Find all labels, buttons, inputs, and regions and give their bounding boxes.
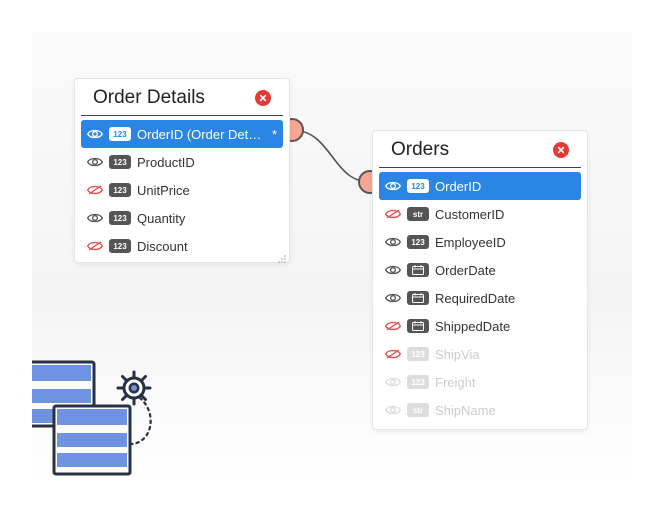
query-designer-canvas[interactable]: Order Details 123 OrderID (Order Det… * …: [32, 32, 632, 480]
field-list: 123 OrderID (Order Det… * 123 ProductID …: [75, 116, 289, 262]
field-label: ShippedDate: [435, 319, 510, 334]
primary-key-star: *: [268, 127, 277, 142]
field-label: ShipName: [435, 403, 496, 418]
eye-hidden-icon[interactable]: [87, 182, 103, 198]
eye-icon[interactable]: [385, 262, 401, 278]
field-label: Discount: [137, 239, 188, 254]
eye-hidden-icon[interactable]: [385, 318, 401, 334]
field-label: ShipVia: [435, 347, 480, 362]
type-badge-number: 123: [109, 183, 131, 197]
eye-icon[interactable]: [87, 126, 103, 142]
field-orderdate[interactable]: OrderDate: [373, 256, 587, 284]
field-shippeddate[interactable]: ShippedDate: [373, 312, 587, 340]
eye-hidden-icon[interactable]: [87, 238, 103, 254]
field-productid[interactable]: 123 ProductID: [75, 148, 289, 176]
field-label: Quantity: [137, 211, 185, 226]
eye-icon[interactable]: [385, 374, 401, 390]
type-badge-number: 123: [407, 235, 429, 249]
table-header[interactable]: Orders: [379, 131, 581, 168]
field-requireddate[interactable]: RequiredDate: [373, 284, 587, 312]
field-discount[interactable]: 123 Discount: [75, 232, 289, 260]
type-badge-number: 123: [407, 347, 429, 361]
type-badge-number: 123: [407, 179, 429, 193]
field-label: ProductID: [137, 155, 195, 170]
type-badge-number: 123: [109, 127, 131, 141]
eye-icon[interactable]: [385, 234, 401, 250]
eye-icon[interactable]: [385, 290, 401, 306]
eye-icon[interactable]: [385, 178, 401, 194]
table-title: Orders: [391, 139, 449, 161]
field-employeeid[interactable]: 123 EmployeeID: [373, 228, 587, 256]
table-orders[interactable]: Orders 123 OrderID str CustomerID 123 Em…: [372, 130, 588, 430]
table-header[interactable]: Order Details: [81, 79, 283, 116]
eye-icon[interactable]: [87, 154, 103, 170]
field-label: OrderDate: [435, 263, 496, 278]
field-orderid[interactable]: 123 OrderID (Order Det… *: [81, 120, 283, 148]
field-freight[interactable]: 123 Freight: [373, 368, 587, 396]
type-badge-number: 123: [109, 155, 131, 169]
field-shipname[interactable]: str ShipName: [373, 396, 587, 424]
table-title: Order Details: [93, 87, 205, 109]
close-icon[interactable]: [255, 90, 271, 106]
field-list: 123 OrderID str CustomerID 123 EmployeeI…: [373, 168, 587, 426]
type-badge-date: [407, 319, 429, 333]
type-badge-number: 123: [109, 239, 131, 253]
eye-hidden-icon[interactable]: [385, 346, 401, 362]
close-icon[interactable]: [553, 142, 569, 158]
database-illustration-icon: [32, 334, 190, 480]
field-customerid[interactable]: str CustomerID: [373, 200, 587, 228]
type-badge-string: str: [407, 207, 429, 221]
type-badge-date: [407, 291, 429, 305]
resize-handle[interactable]: [277, 251, 287, 261]
type-badge-number: 123: [407, 375, 429, 389]
type-badge-number: 123: [109, 211, 131, 225]
field-label: OrderID: [435, 179, 481, 194]
field-unitprice[interactable]: 123 UnitPrice: [75, 176, 289, 204]
field-label: EmployeeID: [435, 235, 506, 250]
field-label: UnitPrice: [137, 183, 190, 198]
field-label: RequiredDate: [435, 291, 515, 306]
eye-icon[interactable]: [87, 210, 103, 226]
field-shipvia[interactable]: 123 ShipVia: [373, 340, 587, 368]
field-orderid[interactable]: 123 OrderID: [379, 172, 581, 200]
field-label: Freight: [435, 375, 475, 390]
eye-icon[interactable]: [385, 402, 401, 418]
field-label: OrderID (Order Det…: [137, 127, 261, 142]
type-badge-date: [407, 263, 429, 277]
field-quantity[interactable]: 123 Quantity: [75, 204, 289, 232]
type-badge-string: str: [407, 403, 429, 417]
table-order-details[interactable]: Order Details 123 OrderID (Order Det… * …: [74, 78, 290, 263]
field-label: CustomerID: [435, 207, 504, 222]
eye-hidden-icon[interactable]: [385, 206, 401, 222]
